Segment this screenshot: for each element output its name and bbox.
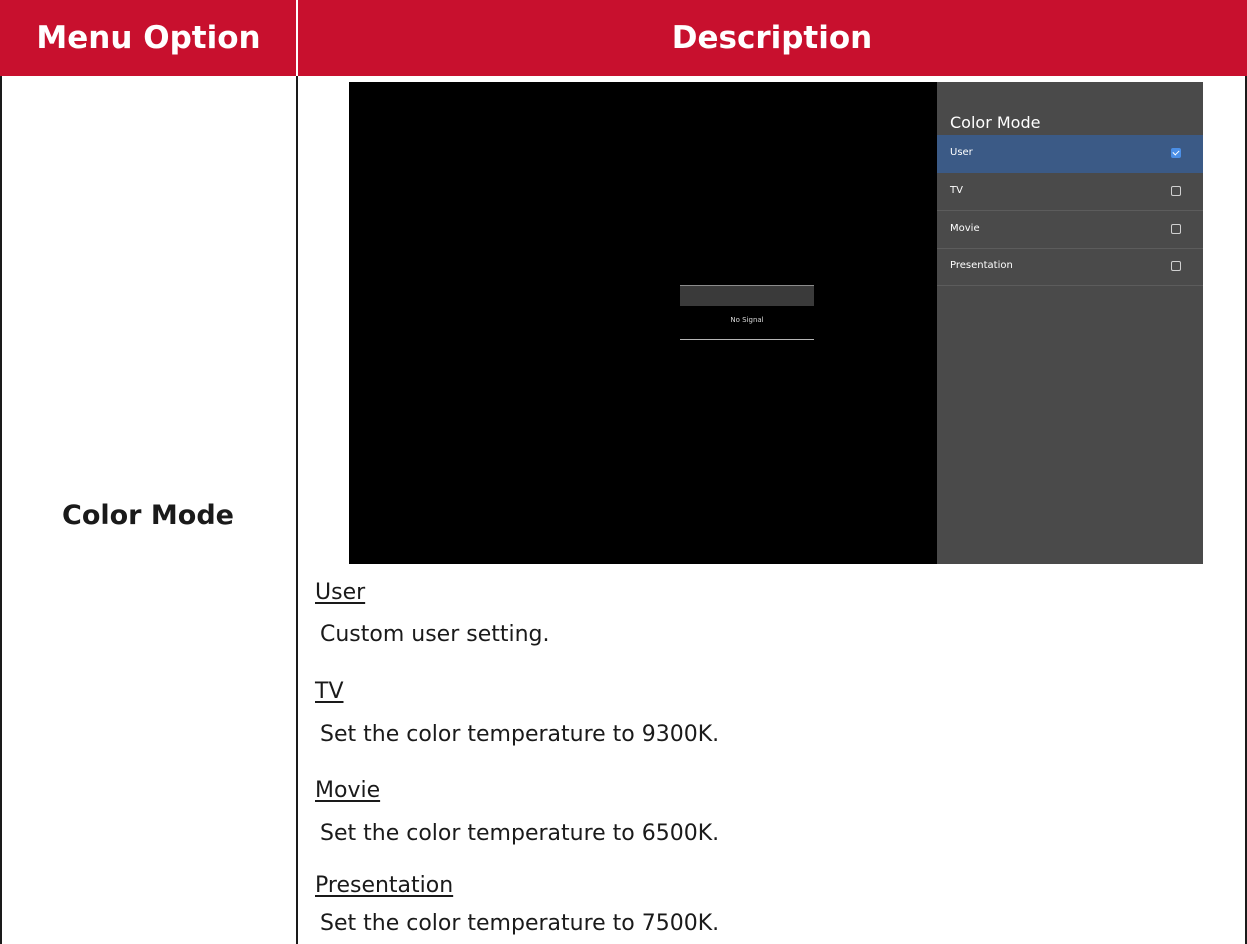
desc-text-tv: Set the color temperature to 9300K. xyxy=(320,722,720,747)
osd-screenshot: No Signal Color Mode User TV Movie Prese… xyxy=(349,82,1203,564)
desc-term-tv: TV xyxy=(315,679,344,704)
osd-item-label: Presentation xyxy=(950,260,1013,271)
checkbox-icon[interactable] xyxy=(1171,261,1181,271)
no-signal-divider xyxy=(680,339,814,340)
checkbox-icon[interactable] xyxy=(1171,224,1181,234)
desc-text-movie: Set the color temperature to 6500K. xyxy=(320,821,720,846)
no-signal-text: No Signal xyxy=(730,316,764,324)
checkbox-checked-icon[interactable] xyxy=(1171,148,1181,158)
header-description: Description xyxy=(671,20,873,56)
row-menu-option: Color Mode xyxy=(62,499,234,531)
table-column-divider xyxy=(296,76,298,944)
no-signal-bar xyxy=(680,285,814,306)
osd-item-movie[interactable]: Movie xyxy=(937,211,1203,249)
checkbox-icon[interactable] xyxy=(1171,186,1181,196)
osd-color-mode-panel: Color Mode User TV Movie Presentation xyxy=(937,82,1203,564)
no-signal-dialog: No Signal xyxy=(680,285,814,341)
osd-item-user[interactable]: User xyxy=(937,135,1203,173)
osd-item-tv[interactable]: TV xyxy=(937,173,1203,211)
header-menu-option: Menu Option xyxy=(36,20,261,56)
desc-term-presentation: Presentation xyxy=(315,873,454,898)
osd-item-label: Movie xyxy=(950,223,980,234)
osd-panel-title: Color Mode xyxy=(950,113,1041,132)
desc-term-movie: Movie xyxy=(315,778,381,803)
table-header: Menu Option Description xyxy=(0,0,1247,76)
osd-item-label: User xyxy=(950,147,973,158)
desc-text-user: Custom user setting. xyxy=(320,622,550,647)
desc-term-user: User xyxy=(315,580,366,605)
osd-item-label: TV xyxy=(950,185,963,196)
osd-item-presentation[interactable]: Presentation xyxy=(937,248,1203,286)
desc-text-presentation: Set the color temperature to 7500K. xyxy=(320,911,720,936)
